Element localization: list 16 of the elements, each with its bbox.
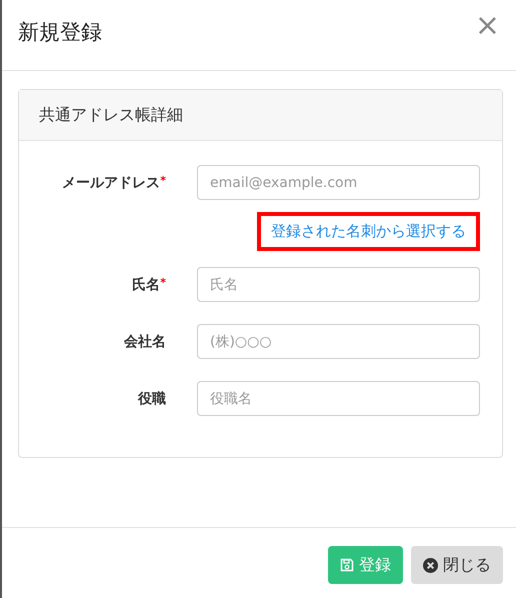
- save-icon: [340, 558, 354, 572]
- input-field[interactable]: email@example.com: [197, 165, 480, 200]
- register-button[interactable]: 登録: [328, 546, 403, 584]
- field-label: メールアドレス*: [61, 174, 166, 192]
- dialog-title: 新規登録: [18, 19, 102, 46]
- input-field[interactable]: (株)○○○: [197, 324, 480, 359]
- close-dialog-button[interactable]: 閉じる: [411, 546, 503, 584]
- field-label: 会社名: [123, 332, 166, 350]
- input-field[interactable]: 役職名: [197, 381, 480, 416]
- input-field[interactable]: 氏名: [197, 267, 480, 302]
- panel-title: 共通アドレス帳詳細: [19, 90, 502, 141]
- field-label: 氏名*: [131, 276, 166, 294]
- select-card-link[interactable]: 登録された名刺から選択する: [257, 212, 480, 251]
- field-label: 役職: [136, 390, 166, 408]
- close-icon: [423, 558, 438, 572]
- close-button[interactable]: ×: [474, 11, 500, 41]
